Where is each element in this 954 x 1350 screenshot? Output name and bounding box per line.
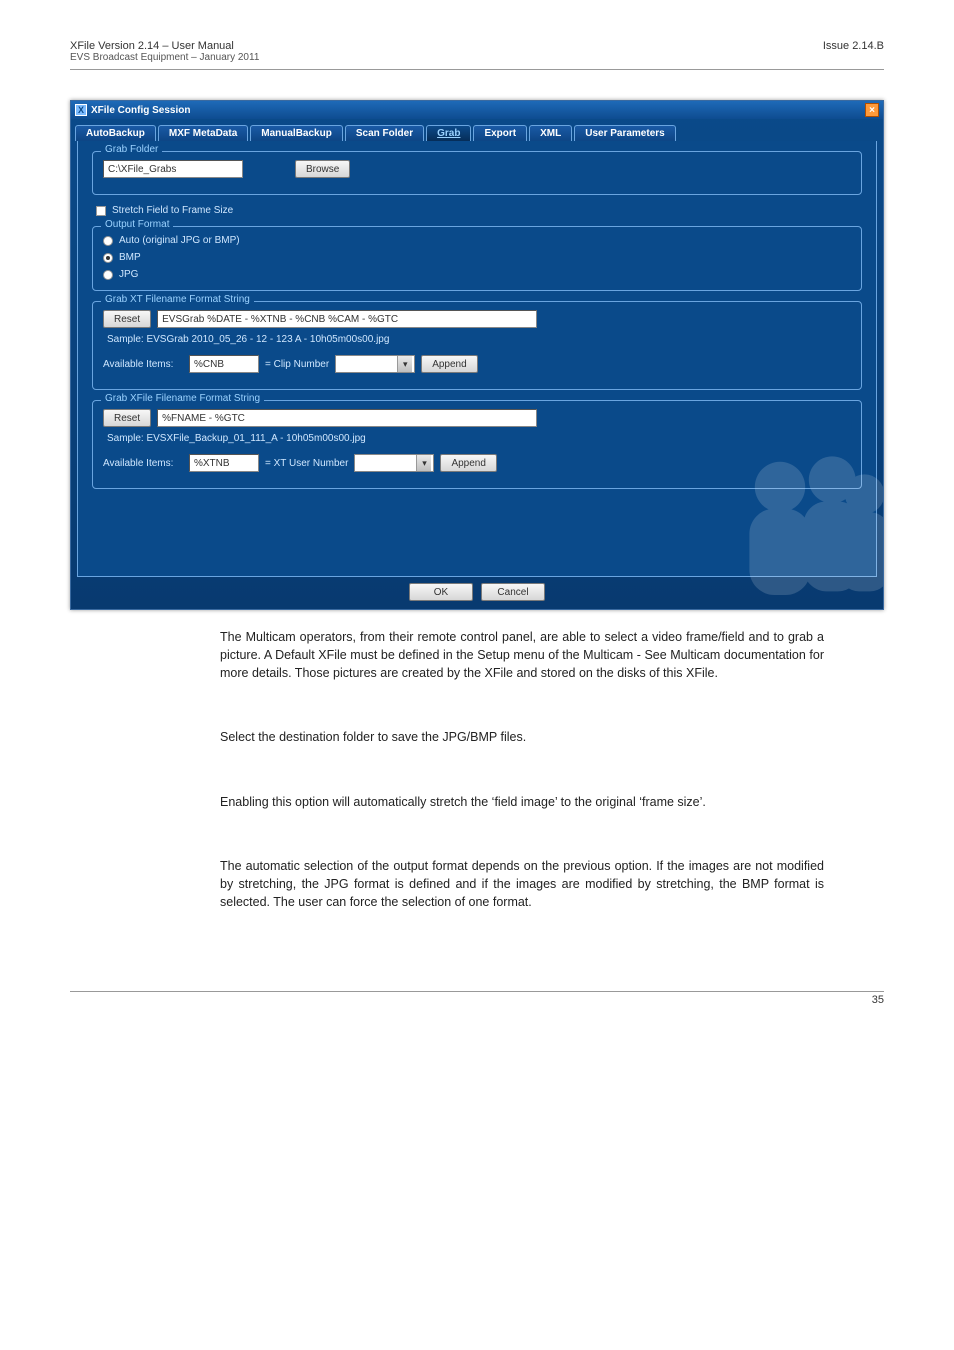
- radio-auto-label: Auto (original JPG or BMP): [119, 235, 240, 246]
- tabstrip: AutoBackup MXF MetaData ManualBackup Sca…: [71, 119, 883, 141]
- legend-grab-folder: Grab Folder: [101, 144, 162, 155]
- page-number: 35: [70, 992, 884, 1006]
- xf-token-dropdown[interactable]: [354, 454, 434, 472]
- tab-grab[interactable]: Grab: [426, 125, 471, 141]
- group-xfile-filename: Grab XFile Filename Format String Reset …: [92, 400, 862, 489]
- page-header: XFile Version 2.14 – User Manual EVS Bro…: [0, 0, 954, 67]
- xt-format-input[interactable]: EVSGrab %DATE - %XTNB - %CNB %CAM - %GTC: [157, 310, 537, 328]
- window-title: XFile Config Session: [91, 105, 190, 116]
- group-output-format: Output Format Auto (original JPG or BMP)…: [92, 226, 862, 291]
- xf-append-button[interactable]: Append: [440, 454, 496, 472]
- legend-output-format: Output Format: [101, 219, 173, 230]
- browse-button[interactable]: Browse: [295, 160, 350, 178]
- header-issue: Issue 2.14.B: [823, 40, 884, 63]
- xt-sample: Sample: EVSGrab 2010_05_26 - 12 - 123 A …: [107, 334, 389, 345]
- xf-token-field[interactable]: %XTNB: [189, 454, 259, 472]
- para-format: The automatic selection of the output fo…: [220, 857, 824, 911]
- group-grab-folder: Grab Folder C:\XFile_Grabs Browse: [92, 151, 862, 195]
- xt-available-label: Available Items:: [103, 359, 183, 370]
- ok-button[interactable]: OK: [409, 583, 473, 601]
- tab-userparams[interactable]: User Parameters: [574, 125, 676, 141]
- header-vendor: EVS Broadcast Equipment – January 2011: [70, 52, 259, 63]
- xf-token-desc: = XT User Number: [265, 458, 348, 469]
- stretch-label: Stretch Field to Frame Size: [112, 205, 233, 216]
- radio-auto[interactable]: [103, 236, 113, 246]
- app-icon: X: [75, 104, 87, 116]
- close-icon[interactable]: ×: [865, 103, 879, 117]
- header-rule: [70, 69, 884, 70]
- legend-xfile-filename: Grab XFile Filename Format String: [101, 393, 264, 404]
- xt-token-field[interactable]: %CNB: [189, 355, 259, 373]
- grab-folder-input[interactable]: C:\XFile_Grabs: [103, 160, 243, 178]
- xf-reset-button[interactable]: Reset: [103, 409, 151, 427]
- cancel-button[interactable]: Cancel: [481, 583, 545, 601]
- xt-reset-button[interactable]: Reset: [103, 310, 151, 328]
- xt-append-button[interactable]: Append: [421, 355, 477, 373]
- header-product: XFile Version 2.14 – User Manual: [70, 40, 259, 52]
- tab-xml[interactable]: XML: [529, 125, 572, 141]
- radio-jpg-label: JPG: [119, 269, 138, 280]
- para-intro: The Multicam operators, from their remot…: [220, 628, 824, 682]
- tab-manualbackup[interactable]: ManualBackup: [250, 125, 343, 141]
- tab-mxfmetadata[interactable]: MXF MetaData: [158, 125, 248, 141]
- page-footer: 35: [0, 991, 954, 1046]
- para-stretch: Enabling this option will automatically …: [220, 793, 824, 811]
- radio-bmp[interactable]: [103, 253, 113, 263]
- titlebar: X XFile Config Session ×: [71, 101, 883, 119]
- tab-export[interactable]: Export: [473, 125, 527, 141]
- radio-jpg[interactable]: [103, 270, 113, 280]
- xt-token-desc: = Clip Number: [265, 359, 329, 370]
- stretch-checkbox[interactable]: [96, 206, 106, 216]
- xf-available-label: Available Items:: [103, 458, 183, 469]
- config-window: X XFile Config Session × AutoBackup MXF …: [70, 100, 884, 610]
- xt-token-dropdown[interactable]: [335, 355, 415, 373]
- para-folder: Select the destination folder to save th…: [220, 728, 824, 746]
- xf-format-input[interactable]: %FNAME - %GTC: [157, 409, 537, 427]
- tab-autobackup[interactable]: AutoBackup: [75, 125, 156, 141]
- group-xt-filename: Grab XT Filename Format String Reset EVS…: [92, 301, 862, 390]
- xf-sample: Sample: EVSXFile_Backup_01_111_A - 10h05…: [107, 433, 366, 444]
- tab-scanfolder[interactable]: Scan Folder: [345, 125, 424, 141]
- legend-xt-filename: Grab XT Filename Format String: [101, 294, 254, 305]
- radio-bmp-label: BMP: [119, 252, 141, 263]
- grab-panel: Grab Folder C:\XFile_Grabs Browse Stretc…: [77, 141, 877, 577]
- dialog-footer: OK Cancel: [71, 581, 883, 603]
